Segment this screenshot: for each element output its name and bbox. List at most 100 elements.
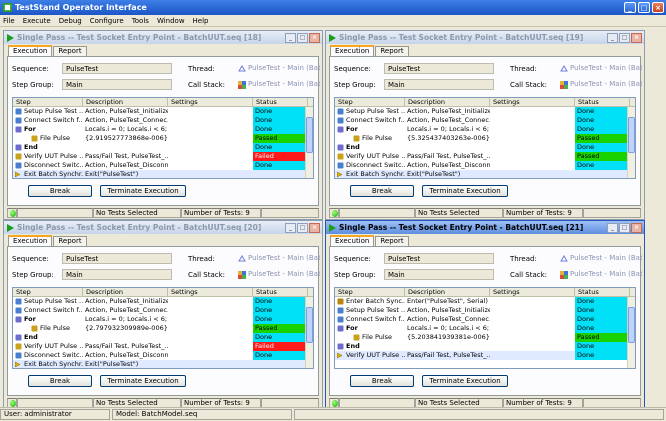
column-settings[interactable]: Settings	[490, 288, 575, 296]
step-list[interactable]: Step Description Settings Status Setup P…	[12, 97, 314, 179]
menu-configure[interactable]: Configure	[90, 17, 124, 25]
step-row[interactable]: Verify UUT Pulse ... Pass/Fail Test, Puls…	[13, 152, 313, 161]
menu-window[interactable]: Window	[157, 17, 185, 25]
step-row[interactable]: File Pulse {5.203841939381e-006}, N... Pas…	[335, 333, 635, 342]
column-description[interactable]: Description	[405, 98, 490, 106]
terminate-execution-button[interactable]: Terminate Execution	[422, 185, 508, 197]
step-row[interactable]: Disconnect Switc... Action, PulseTest_Dis…	[335, 161, 635, 170]
step-row[interactable]: Disconnect Switc... Action, PulseTest_Dis…	[13, 161, 313, 170]
column-step[interactable]: Step	[13, 288, 83, 296]
scrollbar-thumb[interactable]	[628, 117, 635, 153]
execution-window-0[interactable]: Single Pass -- Test Socket Entry Point -…	[3, 30, 323, 220]
tab-execution[interactable]: Execution	[330, 235, 375, 246]
step-row[interactable]: End Done	[335, 342, 635, 351]
step-row[interactable]: File Pulse {2.797932309989e-006}, N... Pas…	[13, 324, 313, 333]
column-description[interactable]: Description	[83, 98, 168, 106]
minimize-button[interactable]: _	[285, 222, 296, 233]
close-button[interactable]: ×	[652, 2, 664, 13]
step-row[interactable]: For Locals.i = 0; Locals.i < 6; L... Done	[13, 125, 313, 134]
tab-execution[interactable]: Execution	[8, 235, 53, 246]
terminate-execution-button[interactable]: Terminate Execution	[422, 375, 508, 387]
close-button[interactable]: ×	[631, 32, 642, 43]
step-row[interactable]: Setup Pulse Test ... Action, PulseTest_In…	[13, 297, 313, 306]
close-button[interactable]: ×	[631, 222, 642, 233]
column-status[interactable]: Status	[253, 288, 308, 296]
execution-window-3[interactable]: Single Pass -- Test Socket Entry Point -…	[325, 220, 645, 410]
close-button[interactable]: ×	[309, 222, 320, 233]
column-description[interactable]: Description	[405, 288, 490, 296]
scrollbar-thumb[interactable]	[306, 117, 313, 153]
tab-execution[interactable]: Execution	[8, 45, 53, 56]
terminate-execution-button[interactable]: Terminate Execution	[100, 185, 186, 197]
menu-debug[interactable]: Debug	[59, 17, 82, 25]
menu-help[interactable]: Help	[193, 17, 209, 25]
break-button[interactable]: Break	[28, 375, 92, 387]
menu-file[interactable]: File	[3, 17, 15, 25]
step-list-scrollbar[interactable]	[627, 297, 635, 368]
step-row[interactable]: Connect Switch f... Action, PulseTest_Con…	[13, 116, 313, 125]
call-stack-field[interactable]: PulseTest - Main (BatchUUT.seq)	[560, 79, 642, 90]
column-settings[interactable]: Settings	[168, 98, 253, 106]
thread-field[interactable]: PulseTest - Main (BatchUUT.seq)	[560, 63, 642, 74]
execution-window-title-bar[interactable]: Single Pass -- Test Socket Entry Point -…	[4, 221, 322, 234]
step-row[interactable]: Exit Batch Synchr... Exit("PulseTest")	[13, 170, 313, 178]
thread-field[interactable]: PulseTest - Main (BatchUUT.seq)	[560, 253, 642, 264]
step-row[interactable]: Disconnect Switc... Action, PulseTest_Dis…	[13, 351, 313, 360]
step-row[interactable]: Connect Switch f... Action, PulseTest_Con…	[335, 116, 635, 125]
execution-window-2[interactable]: Single Pass -- Test Socket Entry Point -…	[3, 220, 323, 410]
column-status[interactable]: Status	[575, 98, 630, 106]
maximize-button[interactable]: □	[619, 222, 630, 233]
thread-field[interactable]: PulseTest - Main (BatchUUT.seq)	[238, 253, 320, 264]
column-step[interactable]: Step	[335, 288, 405, 296]
scrollbar-thumb[interactable]	[628, 307, 635, 343]
minimize-button[interactable]: _	[285, 32, 296, 43]
column-status[interactable]: Status	[575, 288, 630, 296]
menu-execute[interactable]: Execute	[23, 17, 51, 25]
step-row[interactable]: End Done	[13, 333, 313, 342]
minimize-button[interactable]: _	[607, 222, 618, 233]
step-row[interactable]: Connect Switch f... Action, PulseTest_Con…	[13, 306, 313, 315]
minimize-button[interactable]: _	[624, 2, 636, 13]
execution-window-title-bar[interactable]: Single Pass -- Test Socket Entry Point -…	[4, 31, 322, 44]
column-settings[interactable]: Settings	[490, 98, 575, 106]
step-row[interactable]: Verify UUT Pulse ... Pass/Fail Test, Puls…	[335, 351, 635, 360]
break-button[interactable]: Break	[350, 185, 414, 197]
call-stack-field[interactable]: PulseTest - Main (BatchUUT.seq)	[238, 79, 320, 90]
column-step[interactable]: Step	[13, 98, 83, 106]
step-row[interactable]: Setup Pulse Test ... Action, PulseTest_In…	[13, 107, 313, 116]
column-status[interactable]: Status	[253, 98, 308, 106]
call-stack-field[interactable]: PulseTest - Main (BatchUUT.seq)	[238, 269, 320, 280]
execution-window-title-bar[interactable]: Single Pass -- Test Socket Entry Point -…	[326, 221, 644, 234]
step-row[interactable]: File Pulse {5.325437403263e-006}, N... Pas…	[335, 134, 635, 143]
step-row[interactable]: Exit Batch Synchr... Exit("PulseTest")	[335, 170, 635, 178]
minimize-button[interactable]: _	[607, 32, 618, 43]
step-row[interactable]: Verify UUT Pulse ... Pass/Fail Test, Puls…	[13, 342, 313, 351]
step-row[interactable]: Verify UUT Pulse ... Pass/Fail Test, Puls…	[335, 152, 635, 161]
step-row[interactable]: File Pulse {2.919527773868e-006}, N... Pas…	[13, 134, 313, 143]
step-list-scrollbar[interactable]	[627, 107, 635, 178]
step-row[interactable]: Setup Pulse Test ... Action, PulseTest_In…	[335, 306, 635, 315]
step-row[interactable]: End Done	[335, 143, 635, 152]
scrollbar-thumb[interactable]	[306, 307, 313, 343]
execution-window-1[interactable]: Single Pass -- Test Socket Entry Point -…	[325, 30, 645, 220]
column-settings[interactable]: Settings	[168, 288, 253, 296]
step-list-scrollbar[interactable]	[305, 107, 313, 178]
call-stack-field[interactable]: PulseTest - Main (BatchUUT.seq)	[560, 269, 642, 280]
step-list-scrollbar[interactable]	[305, 297, 313, 368]
maximize-button[interactable]: □	[297, 32, 308, 43]
close-button[interactable]: ×	[309, 32, 320, 43]
step-row[interactable]: Exit Batch Synchr... Exit("PulseTest")	[13, 360, 313, 368]
tab-execution[interactable]: Execution	[330, 45, 375, 56]
execution-window-title-bar[interactable]: Single Pass -- Test Socket Entry Point -…	[326, 31, 644, 44]
column-description[interactable]: Description	[83, 288, 168, 296]
step-list[interactable]: Step Description Settings Status Setup P…	[12, 287, 314, 369]
maximize-button[interactable]: □	[297, 222, 308, 233]
tab-report[interactable]: Report	[375, 46, 409, 56]
step-row[interactable]: For Locals.i = 0; Locals.i < 6; L... Done	[335, 125, 635, 134]
step-list[interactable]: Step Description Settings Status Setup P…	[334, 97, 636, 179]
maximize-button[interactable]: □	[638, 2, 650, 13]
tab-report[interactable]: Report	[375, 236, 409, 246]
maximize-button[interactable]: □	[619, 32, 630, 43]
step-list[interactable]: Step Description Settings Status Enter B…	[334, 287, 636, 369]
break-button[interactable]: Break	[350, 375, 414, 387]
